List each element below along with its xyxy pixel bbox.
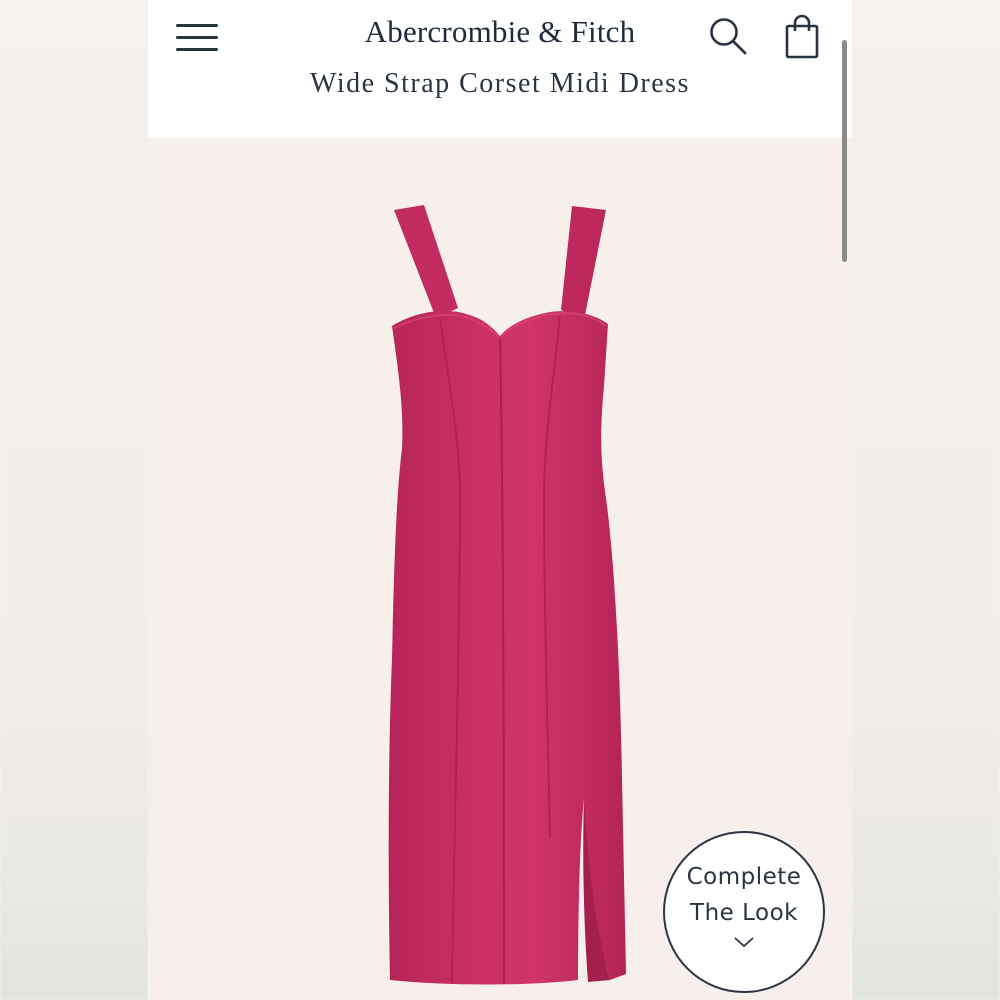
product-title: Wide Strap Corset Midi Dress — [310, 68, 690, 99]
shopping-bag-icon[interactable] — [784, 14, 820, 60]
complete-look-line1: Complete — [686, 864, 802, 890]
product-image-area[interactable]: Complete The Look — [148, 138, 852, 1000]
chevron-down-icon — [734, 937, 754, 948]
top-header: Abercrombie & Fitch Wide Strap Corset Mi… — [148, 0, 852, 138]
scrollbar[interactable] — [842, 40, 847, 262]
background-right-blur — [852, 0, 1000, 1000]
complete-the-look-button[interactable]: Complete The Look — [663, 831, 825, 993]
search-icon[interactable] — [708, 16, 748, 56]
complete-look-line2: The Look — [690, 900, 798, 926]
background-left-blur — [0, 0, 148, 1000]
app-screen: Abercrombie & Fitch Wide Strap Corset Mi… — [148, 0, 852, 1000]
